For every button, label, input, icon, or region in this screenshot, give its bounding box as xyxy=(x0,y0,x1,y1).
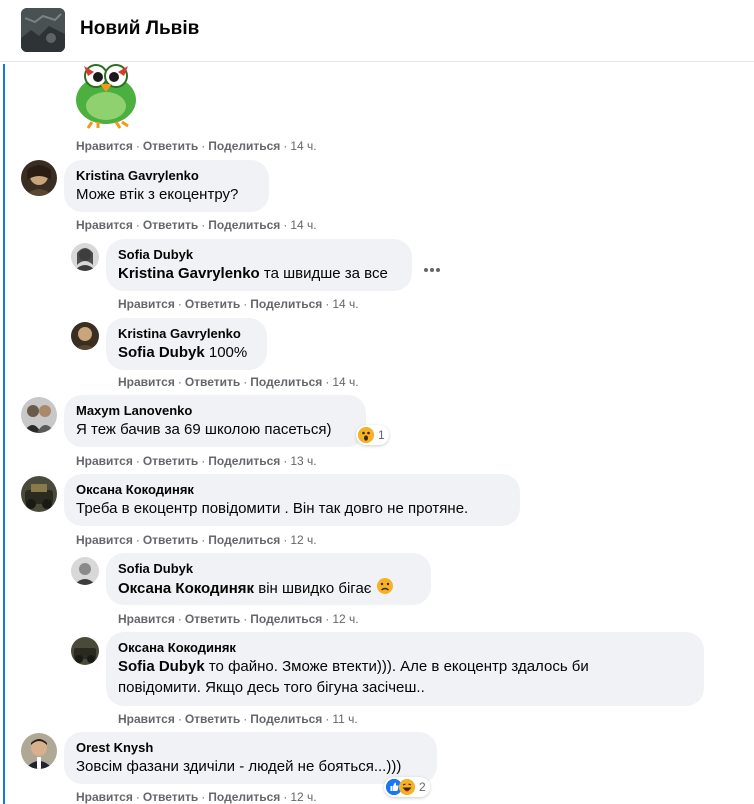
comment-text: та швидше за все xyxy=(259,265,388,282)
like-link[interactable]: Нравится xyxy=(76,454,133,468)
comment-bubble: Оксана Кокодиняк Треба в екоцентр повідо… xyxy=(64,474,520,526)
comment-actions: Нравится · Ответить · Поделиться · 14 ч. xyxy=(76,218,317,232)
avatar[interactable] xyxy=(21,476,57,512)
reply-link[interactable]: Ответить xyxy=(143,533,198,547)
like-link[interactable]: Нравится xyxy=(76,790,133,804)
timestamp[interactable]: 14 ч. xyxy=(332,297,358,311)
timestamp[interactable]: 11 ч. xyxy=(332,712,357,726)
timestamp[interactable]: 14 ч. xyxy=(290,218,316,232)
comment-actions: Нравится · Ответить · Поделиться · 13 ч. xyxy=(76,454,317,468)
avatar[interactable] xyxy=(71,637,99,665)
comment-bubble: Kristina Gavrylenko Sofia Dubyk 100% xyxy=(106,318,267,370)
thread-line xyxy=(3,64,5,804)
comment-bubble: Sofia Dubyk Оксана Кокодиняк він швидко … xyxy=(106,553,431,605)
timestamp[interactable]: 14 ч. xyxy=(290,139,316,153)
group-avatar[interactable] xyxy=(21,8,65,52)
reply-link[interactable]: Ответить xyxy=(143,790,198,804)
share-link[interactable]: Поделиться xyxy=(250,375,322,389)
comment-actions: Нравится · Ответить · Поделиться · 12 ч. xyxy=(76,533,317,547)
share-link[interactable]: Поделиться xyxy=(250,612,322,626)
avatar[interactable] xyxy=(71,557,99,585)
reply-link[interactable]: Ответить xyxy=(143,218,198,232)
avatar[interactable] xyxy=(21,397,57,433)
comment-text: Може втік з екоцентру? xyxy=(76,186,239,203)
share-link[interactable]: Поделиться xyxy=(208,218,280,232)
reply-link[interactable]: Ответить xyxy=(185,712,240,726)
timestamp[interactable]: 13 ч. xyxy=(290,454,316,468)
comment-author[interactable]: Kristina Gavrylenko xyxy=(118,326,255,342)
comment-bubble: Оксана Кокодиняк Sofia Dubyk то файно. З… xyxy=(106,632,704,706)
like-link[interactable]: Нравится xyxy=(76,139,133,153)
like-link[interactable]: Нравится xyxy=(76,218,133,232)
comment-text: він швидко бігає xyxy=(254,579,372,597)
share-link[interactable]: Поделиться xyxy=(208,139,280,153)
reply-link[interactable]: Ответить xyxy=(185,612,240,626)
mention-link[interactable]: Kristina Gavrylenko xyxy=(118,265,260,282)
comment-author[interactable]: Sofia Dubyk xyxy=(118,561,419,577)
comment-actions: Нравится · Ответить · Поделиться · 14 ч. xyxy=(118,375,359,389)
comment-actions: Нравится · Ответить · Поделиться · 12 ч. xyxy=(118,612,359,626)
avatar[interactable] xyxy=(21,160,57,196)
share-link[interactable]: Поделиться xyxy=(208,790,280,804)
timestamp[interactable]: 14 ч. xyxy=(332,375,358,389)
like-link[interactable]: Нравится xyxy=(118,375,175,389)
comment-author[interactable]: Orest Knysh xyxy=(76,740,425,756)
mention-link[interactable]: Sofia Dubyk xyxy=(118,344,205,361)
comment-author[interactable]: Sofia Dubyk xyxy=(118,247,400,263)
comment-text-continued: повідомити. Якщо десь того бігуна засіче… xyxy=(118,679,425,696)
reply-link[interactable]: Ответить xyxy=(143,454,198,468)
comment-text: Треба в екоцентр повідомити . Він так до… xyxy=(76,500,469,517)
reply-link[interactable]: Ответить xyxy=(185,297,240,311)
like-link[interactable]: Нравится xyxy=(76,533,133,547)
like-link[interactable]: Нравится xyxy=(118,297,175,311)
owl-sticker-icon xyxy=(70,62,150,130)
group-header: Новий Львів xyxy=(0,0,754,62)
like-link[interactable]: Нравится xyxy=(118,612,175,626)
comment-actions: Нравится · Ответить · Поделиться · 12 ч. xyxy=(76,790,317,804)
group-title[interactable]: Новий Львів xyxy=(80,18,199,40)
comment-author[interactable]: Оксана Кокодиняк xyxy=(76,482,508,498)
mention-link[interactable]: Sofia Dubyk xyxy=(118,658,205,675)
avatar[interactable] xyxy=(71,322,99,350)
reaction-badge[interactable]: 2 xyxy=(384,777,430,797)
timestamp[interactable]: 12 ч. xyxy=(290,790,316,804)
reaction-count: 2 xyxy=(419,780,426,794)
comment-actions: Нравится · Ответить · Поделиться · 14 ч. xyxy=(118,297,359,311)
like-link[interactable]: Нравится xyxy=(118,712,175,726)
reply-link[interactable]: Ответить xyxy=(185,375,240,389)
reaction-badge[interactable]: 1 xyxy=(356,425,389,445)
comment-actions: Нравится · Ответить · Поделиться · 14 ч. xyxy=(76,139,317,153)
avatar[interactable] xyxy=(21,733,57,769)
reply-link[interactable]: Ответить xyxy=(143,139,198,153)
comment-author[interactable]: Оксана Кокодиняк xyxy=(118,640,692,656)
comment-text: Я теж бачив за 69 школою пасеться) xyxy=(76,421,332,438)
comment-bubble: Orest Knysh Зовсім фазани здичіли - люде… xyxy=(64,732,437,784)
timestamp[interactable]: 12 ч. xyxy=(332,612,358,626)
comment-text: 100% xyxy=(204,344,248,361)
timestamp[interactable]: 12 ч. xyxy=(290,533,316,547)
comment-actions: Нравится · Ответить · Поделиться · 11 ч. xyxy=(118,712,358,726)
comment-author[interactable]: Maxym Lanovenko xyxy=(76,403,354,419)
share-link[interactable]: Поделиться xyxy=(250,712,322,726)
comment-bubble: Kristina Gavrylenko Може втік з екоцентр… xyxy=(64,160,269,212)
comment-author[interactable]: Kristina Gavrylenko xyxy=(76,168,257,184)
comment-text: Зовсім фазани здичіли - людей не бояться… xyxy=(76,758,402,775)
share-link[interactable]: Поделиться xyxy=(208,533,280,547)
more-options-icon[interactable] xyxy=(424,259,442,272)
wow-emoji-icon xyxy=(358,427,374,443)
comment-bubble: Sofia Dubyk Kristina Gavrylenko та швидш… xyxy=(106,239,412,291)
reaction-count: 1 xyxy=(378,428,385,442)
mention-link[interactable]: Оксана Кокодиняк xyxy=(118,580,254,597)
share-link[interactable]: Поделиться xyxy=(250,297,322,311)
haha-reaction-icon xyxy=(399,779,415,795)
sad-emoji-icon xyxy=(376,577,394,601)
comment-bubble: Maxym Lanovenko Я теж бачив за 69 школою… xyxy=(64,395,366,447)
comment-text: то файно. Зможе втекти))). Але в екоцент… xyxy=(204,658,589,675)
share-link[interactable]: Поделиться xyxy=(208,454,280,468)
avatar[interactable] xyxy=(71,243,99,271)
